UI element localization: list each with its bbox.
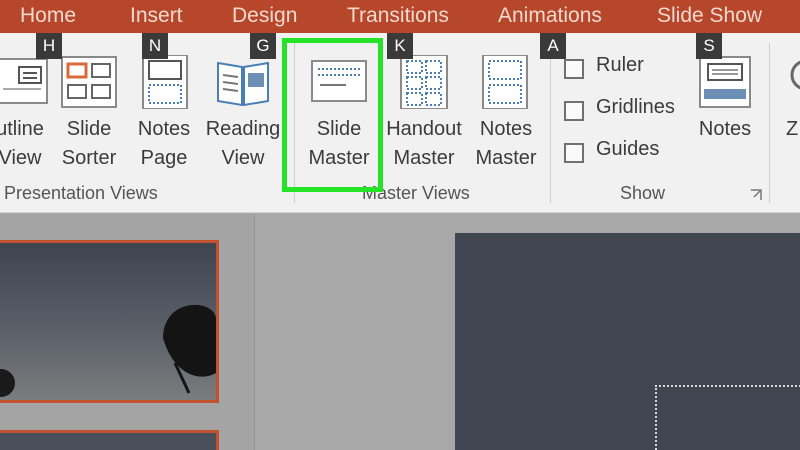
tab-insert[interactable]: Insert: [130, 4, 183, 28]
group-separator: [550, 43, 551, 203]
keytip-n: N: [142, 33, 168, 59]
tab-animations[interactable]: Animations: [498, 4, 602, 28]
slide-sorter-label: Slide Sorter: [61, 118, 117, 169]
notes-master-label: Notes Master: [475, 118, 537, 169]
slide-thumbnail[interactable]: [0, 430, 219, 450]
tab-slide-show[interactable]: Slide Show: [657, 4, 762, 28]
group-separator: [769, 43, 770, 203]
presentation-views-group-label: Presentation Views: [4, 183, 158, 203]
reading-view-label: Reading View: [205, 118, 281, 169]
keytip-s: S: [696, 33, 722, 59]
slide-sorter-button[interactable]: Slide Sorter: [56, 33, 122, 193]
notes-master-icon: [482, 55, 528, 109]
notes-page-label: Notes Page: [137, 118, 191, 169]
notes-icon: [699, 56, 751, 108]
guides-checkbox[interactable]: Guides: [564, 137, 694, 167]
notes-master-button[interactable]: Notes Master: [468, 33, 544, 193]
notes-label: Notes: [698, 118, 752, 140]
guides-checkbox-box[interactable]: [564, 143, 584, 163]
slide-sorter-icon: [61, 56, 117, 108]
handout-master-label: Handout Master: [386, 118, 462, 169]
outline-view-icon: [0, 58, 48, 104]
content-placeholder[interactable]: [655, 385, 800, 450]
handout-master-icon: [400, 55, 448, 109]
zoom-button[interactable]: Z: [776, 33, 800, 193]
show-group-label: Show: [620, 183, 666, 203]
ruler-label: Ruler: [596, 54, 644, 76]
view-ribbon: utline View Slide Sorter Notes Page Read…: [0, 33, 800, 213]
keytip-h: H: [36, 33, 62, 59]
zoom-icon: [790, 60, 800, 90]
gridlines-label: Gridlines: [596, 96, 675, 118]
gridlines-checkbox-box[interactable]: [564, 101, 584, 121]
slide-thumbnail[interactable]: [0, 240, 219, 403]
tab-design[interactable]: Design: [232, 4, 297, 28]
ruler-checkbox-box[interactable]: [564, 59, 584, 79]
balloon-image: [0, 304, 216, 397]
gridlines-checkbox[interactable]: Gridlines: [564, 95, 694, 125]
notes-page-icon: [142, 55, 188, 109]
keytip-g: G: [250, 33, 276, 59]
keytip-a: A: [540, 33, 566, 59]
tab-home[interactable]: Home: [20, 4, 76, 28]
outline-view-label: utline View: [0, 118, 44, 169]
tab-transitions[interactable]: Transitions: [347, 4, 449, 28]
ribbon-tab-bar: Home Insert Design Transitions Animation…: [0, 0, 800, 33]
keytip-k: K: [387, 33, 413, 59]
ruler-checkbox[interactable]: Ruler: [564, 53, 694, 83]
slide-master-highlight: [282, 38, 383, 192]
guides-label: Guides: [596, 138, 660, 160]
zoom-label: Z: [786, 118, 799, 140]
reading-view-icon: [217, 61, 269, 107]
